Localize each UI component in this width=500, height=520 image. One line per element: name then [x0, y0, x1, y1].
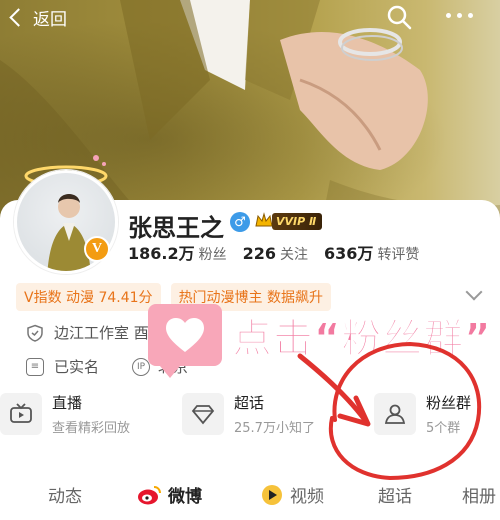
shortcut-live-sub: 查看精彩回放 [52, 421, 131, 436]
profile-name: 张思王之 [128, 214, 224, 242]
shortcut-supertopic[interactable]: 超话 25.7万小知了 [182, 392, 315, 436]
profile-stats: 186.2万 粉丝 226 关注 636万 转评赞 [128, 240, 419, 264]
stat-following[interactable]: 226 关注 [243, 244, 308, 264]
crown-icon [255, 212, 273, 227]
id-card-icon: ≡ [26, 357, 44, 376]
tab-supertopic[interactable]: 超话 [378, 482, 412, 507]
heart-icon [166, 318, 204, 352]
diamond-icon [182, 393, 224, 435]
tab-video[interactable]: 视频 [260, 482, 324, 507]
shortcut-fan-group[interactable]: 粉丝群 5个群 [374, 392, 471, 436]
shield-icon [27, 324, 43, 342]
studio-info[interactable]: 边江工作室 酉 [26, 322, 149, 343]
annotation-heart-bubble [148, 304, 222, 378]
verified-badge: V [84, 236, 110, 262]
real-name-info: ≡ 已实名 [26, 356, 99, 377]
shortcut-fan-group-title: 粉丝群 [426, 394, 472, 412]
vip-badge[interactable]: VVIP Ⅱ [254, 210, 323, 232]
video-icon [262, 484, 282, 505]
profile-tabs: 动态 微博 视频 超话 相册 [0, 476, 500, 512]
tv-icon [0, 393, 42, 435]
studio-label: 边江工作室 酉 [54, 324, 149, 342]
group-icon [374, 393, 416, 435]
real-name-label: 已实名 [54, 358, 100, 376]
annotation-text: 点击“粉丝群” [232, 316, 492, 363]
shortcut-supertopic-sub: 25.7万小知了 [234, 421, 315, 436]
back-button[interactable]: 返回 [9, 2, 67, 32]
back-label: 返回 [33, 9, 67, 30]
more-icon[interactable] [446, 8, 480, 22]
chevron-left-icon [9, 7, 28, 27]
ip-icon: IP [132, 357, 150, 376]
shortcut-supertopic-title: 超话 [234, 394, 265, 412]
shortcut-row: 直播 查看精彩回放 超话 25.7万小知了 粉丝群 5个群 [0, 392, 500, 448]
tab-album[interactable]: 相册 [462, 482, 496, 507]
weibo-icon [138, 485, 161, 504]
shortcut-live[interactable]: 直播 查看精彩回放 [0, 392, 130, 436]
tab-weibo[interactable]: 微博 [136, 482, 202, 507]
tab-feed[interactable]: 动态 [48, 482, 82, 507]
shortcut-live-title: 直播 [52, 394, 83, 412]
stat-followers[interactable]: 186.2万 粉丝 [128, 240, 227, 264]
v-index-tag[interactable]: V指数 动漫 74.41分 [16, 283, 161, 311]
stat-likes[interactable]: 636万 转评赞 [324, 240, 419, 264]
vip-label: VVIP Ⅱ [272, 212, 323, 230]
search-icon[interactable] [386, 4, 412, 30]
shortcut-fan-group-sub: 5个群 [426, 421, 461, 436]
male-icon: ♂ [230, 212, 250, 232]
